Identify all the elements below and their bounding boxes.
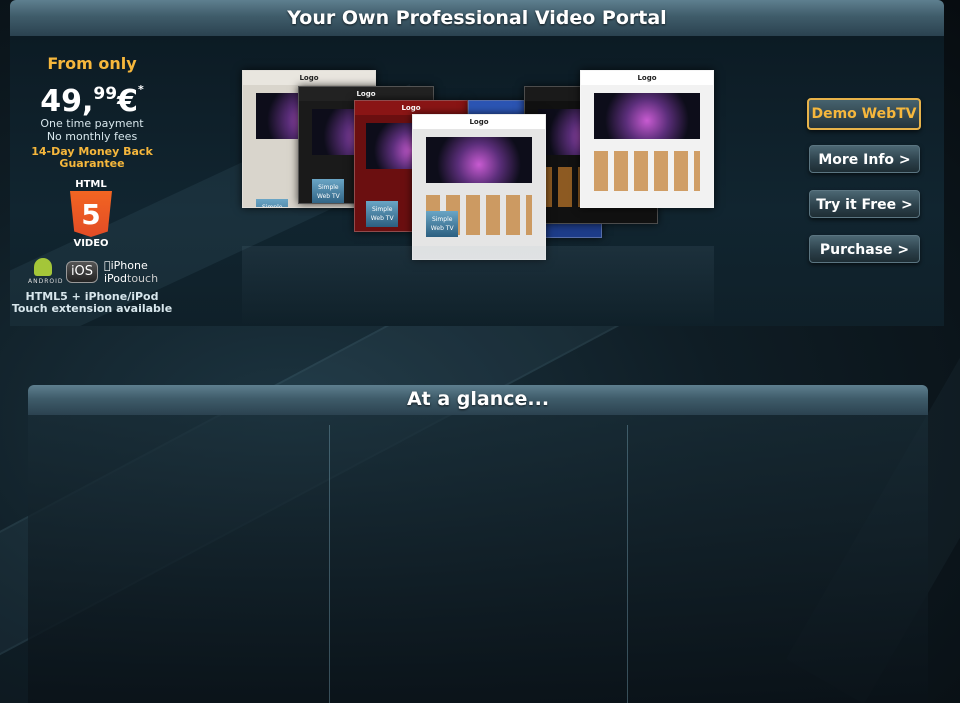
purchase-button[interactable]: Purchase >	[809, 235, 920, 263]
payment-line: One time payment	[40, 117, 144, 130]
hero-section: From only 49,99€* One time payment No mo…	[10, 36, 944, 326]
ios-icon: iOS	[66, 261, 98, 283]
html5-bottom-label: VIDEO	[73, 238, 109, 249]
glance-header: At a glance...	[28, 385, 928, 415]
demo-webtv-button[interactable]: Demo WebTV	[807, 98, 921, 130]
html5-number: 5	[81, 197, 101, 231]
iphone-ipod-label: iPhone iPodtouch	[104, 259, 158, 285]
simple-webtv-badge: SimpleWeb TV	[426, 211, 459, 237]
simple-webtv-badge: SimpleWeb TV	[312, 179, 345, 203]
price-currency: €	[117, 84, 138, 119]
screenshot-logo: Logo	[413, 115, 545, 129]
price: 49,99€*	[10, 75, 174, 117]
simple-webtv-badge: SimpleWeb TV	[256, 199, 289, 207]
html5-icon: 5	[70, 191, 112, 237]
android-icon: ANDROID	[28, 258, 64, 285]
price-main: 49,	[40, 84, 94, 119]
touch-label: touch	[127, 272, 159, 285]
glance-panel	[28, 415, 928, 703]
pricing-panel: From only 49,99€* One time payment No mo…	[10, 54, 174, 170]
html5-badge: HTML 5 VIDEO	[68, 179, 114, 249]
extension-text: HTML5 + iPhone/iPod Touch extension avai…	[10, 291, 174, 315]
screenshot-front: Logo Simple Web TV	[412, 114, 546, 260]
more-info-button[interactable]: More Info >	[809, 145, 920, 173]
html5-top-label: HTML	[75, 179, 107, 190]
price-asterisk: *	[137, 83, 144, 96]
column-divider	[329, 425, 330, 703]
screenshot-logo: Logo	[243, 71, 375, 85]
price-cents: 99	[93, 84, 118, 104]
screenshots-reflection	[242, 246, 714, 326]
payment-line: No monthly fees	[46, 130, 138, 143]
page-title: Your Own Professional Video Portal	[287, 7, 667, 29]
screenshot-logo: Logo	[581, 71, 713, 85]
from-only-label: From only	[47, 54, 137, 73]
try-free-button[interactable]: Try it Free >	[809, 190, 920, 218]
iphone-label: iPhone	[104, 259, 148, 272]
extension-line: Touch extension available	[11, 302, 173, 315]
simple-webtv-badge: SimpleWeb TV	[366, 201, 399, 227]
apple-icon: 	[104, 259, 111, 272]
column-divider	[627, 425, 628, 703]
glance-title: At a glance...	[406, 388, 550, 410]
ipod-label: iPod	[104, 272, 128, 285]
screenshot-white: Logo	[580, 70, 714, 208]
header-bar: Your Own Professional Video Portal	[10, 0, 944, 36]
android-label: ANDROID	[28, 278, 64, 285]
platform-icons: ANDROID iOS iPhone iPodtouch	[28, 258, 168, 290]
guarantee-line: Guarantee	[59, 157, 125, 170]
screenshot-logo: Logo	[355, 101, 467, 115]
screenshot-logo: Logo	[299, 87, 433, 101]
